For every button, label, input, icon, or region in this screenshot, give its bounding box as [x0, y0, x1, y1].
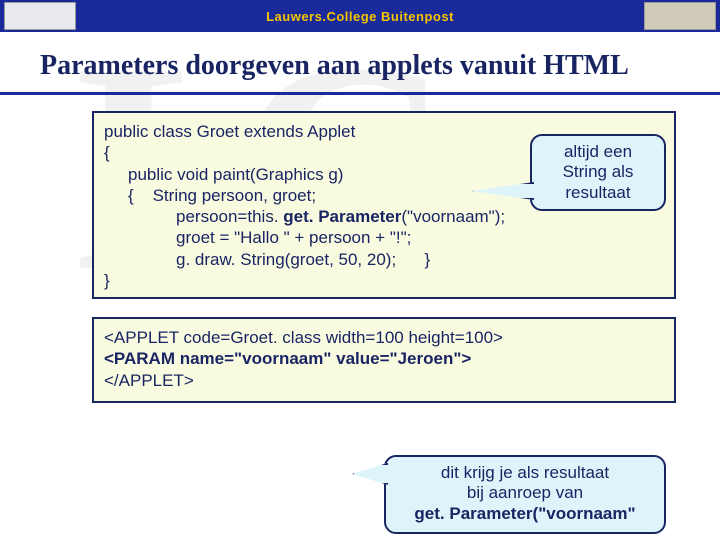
code-line: }	[104, 271, 110, 290]
code-frag: persoon=this.	[176, 207, 283, 226]
code-line: <APPLET code=Groet. class width=100 heig…	[104, 328, 503, 347]
code-line: </APPLET>	[104, 371, 194, 390]
heading-underline	[0, 92, 720, 95]
callout-getparameter-result: dit krijg je als resultaat bij aanroep v…	[384, 455, 666, 534]
code-frag: {	[128, 186, 134, 205]
callout-line: get. Parameter("voornaam"	[414, 504, 635, 523]
slide: Lauwers.College Buitenpost LC Parameters…	[0, 0, 720, 540]
callout-line: String als	[563, 162, 634, 181]
callout-line: dit krijg je als resultaat	[441, 463, 609, 482]
callout-line: bij aanroep van	[467, 483, 583, 502]
code-line: public class Groet extends Applet	[104, 122, 355, 141]
callout-string-result: altijd een String als resultaat	[530, 134, 666, 211]
code-frag: }	[425, 250, 431, 269]
code-frag: g. draw. String(groet, 50, 20);	[176, 250, 396, 269]
code-line: {	[104, 143, 110, 162]
slide-heading: Parameters doorgeven aan applets vanuit …	[0, 32, 720, 92]
code-frag: String persoon, groet;	[153, 186, 316, 205]
school-photo-right	[644, 2, 716, 30]
callout-line: altijd een	[564, 142, 632, 161]
code-line: g. draw. String(groet, 50, 20); }	[104, 249, 664, 270]
callout-line: resultaat	[565, 183, 630, 202]
code-line: <PARAM name="voornaam" value="Jeroen">	[104, 349, 471, 368]
html-code-box: <APPLET code=Groet. class width=100 heig…	[92, 317, 676, 403]
code-line: groet = "Hallo " + persoon + "!";	[104, 227, 664, 248]
school-logo-left	[4, 2, 76, 30]
code-keyword: get. Parameter	[283, 207, 401, 226]
code-frag: ("voornaam");	[401, 207, 505, 226]
